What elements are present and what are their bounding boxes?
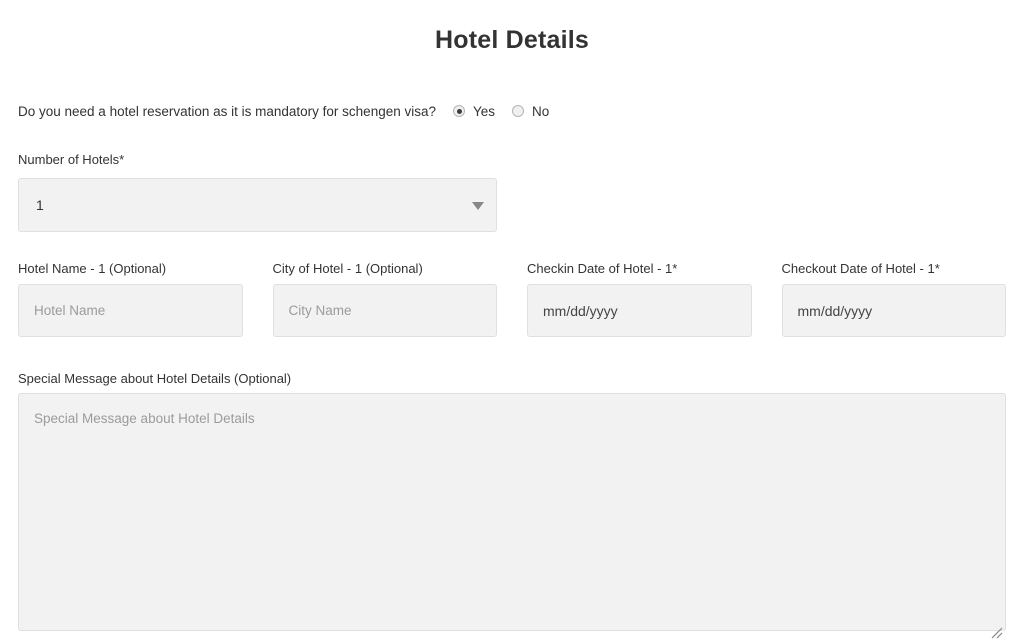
radio-no-icon[interactable] [512, 105, 525, 117]
city-of-hotel-label: City of Hotel - 1 (Optional) [272, 261, 423, 276]
field-group-city-of-hotel: City of Hotel - 1 (Optional) [272, 261, 497, 337]
hotel-details-form-page: Hotel Details Do you need a hotel reserv… [0, 0, 1024, 643]
checkout-date-label: Checkout Date of Hotel - 1* [781, 261, 940, 276]
checkin-date-label: Checkin Date of Hotel - 1* [527, 261, 678, 276]
page-title: Hotel Details [434, 26, 590, 54]
special-message-textarea[interactable] [18, 393, 1006, 631]
radio-option-no[interactable]: No [512, 104, 549, 119]
radio-yes-label: Yes [473, 103, 496, 119]
reservation-radio-group: Yes No [453, 104, 549, 119]
number-of-hotels-value: 1 [36, 197, 44, 213]
radio-no-label: No [532, 103, 550, 119]
checkout-date-input[interactable]: mm/dd/yyyy [781, 284, 1006, 337]
special-message-label: Special Message about Hotel Details (Opt… [18, 371, 292, 386]
chevron-down-icon [472, 202, 484, 210]
field-group-checkin-date: Checkin Date of Hotel - 1* mm/dd/yyyy [527, 261, 752, 337]
reservation-question-row: Do you need a hotel reservation as it is… [18, 102, 549, 120]
number-of-hotels-select[interactable]: 1 [18, 178, 497, 232]
radio-option-yes[interactable]: Yes [453, 104, 495, 119]
reservation-question-label: Do you need a hotel reservation as it is… [18, 103, 436, 119]
field-group-checkout-date: Checkout Date of Hotel - 1* mm/dd/yyyy [781, 261, 1006, 337]
city-of-hotel-input[interactable] [272, 284, 497, 337]
checkin-date-input[interactable]: mm/dd/yyyy [527, 284, 752, 337]
field-group-hotel-name: Hotel Name - 1 (Optional) [18, 261, 243, 337]
radio-yes-icon[interactable] [453, 105, 465, 117]
number-of-hotels-label: Number of Hotels* [18, 152, 125, 167]
hotel-fields-grid: Hotel Name - 1 (Optional) City of Hotel … [18, 261, 1006, 337]
hotel-name-input[interactable] [18, 284, 243, 337]
hotel-name-label: Hotel Name - 1 (Optional) [18, 261, 167, 276]
